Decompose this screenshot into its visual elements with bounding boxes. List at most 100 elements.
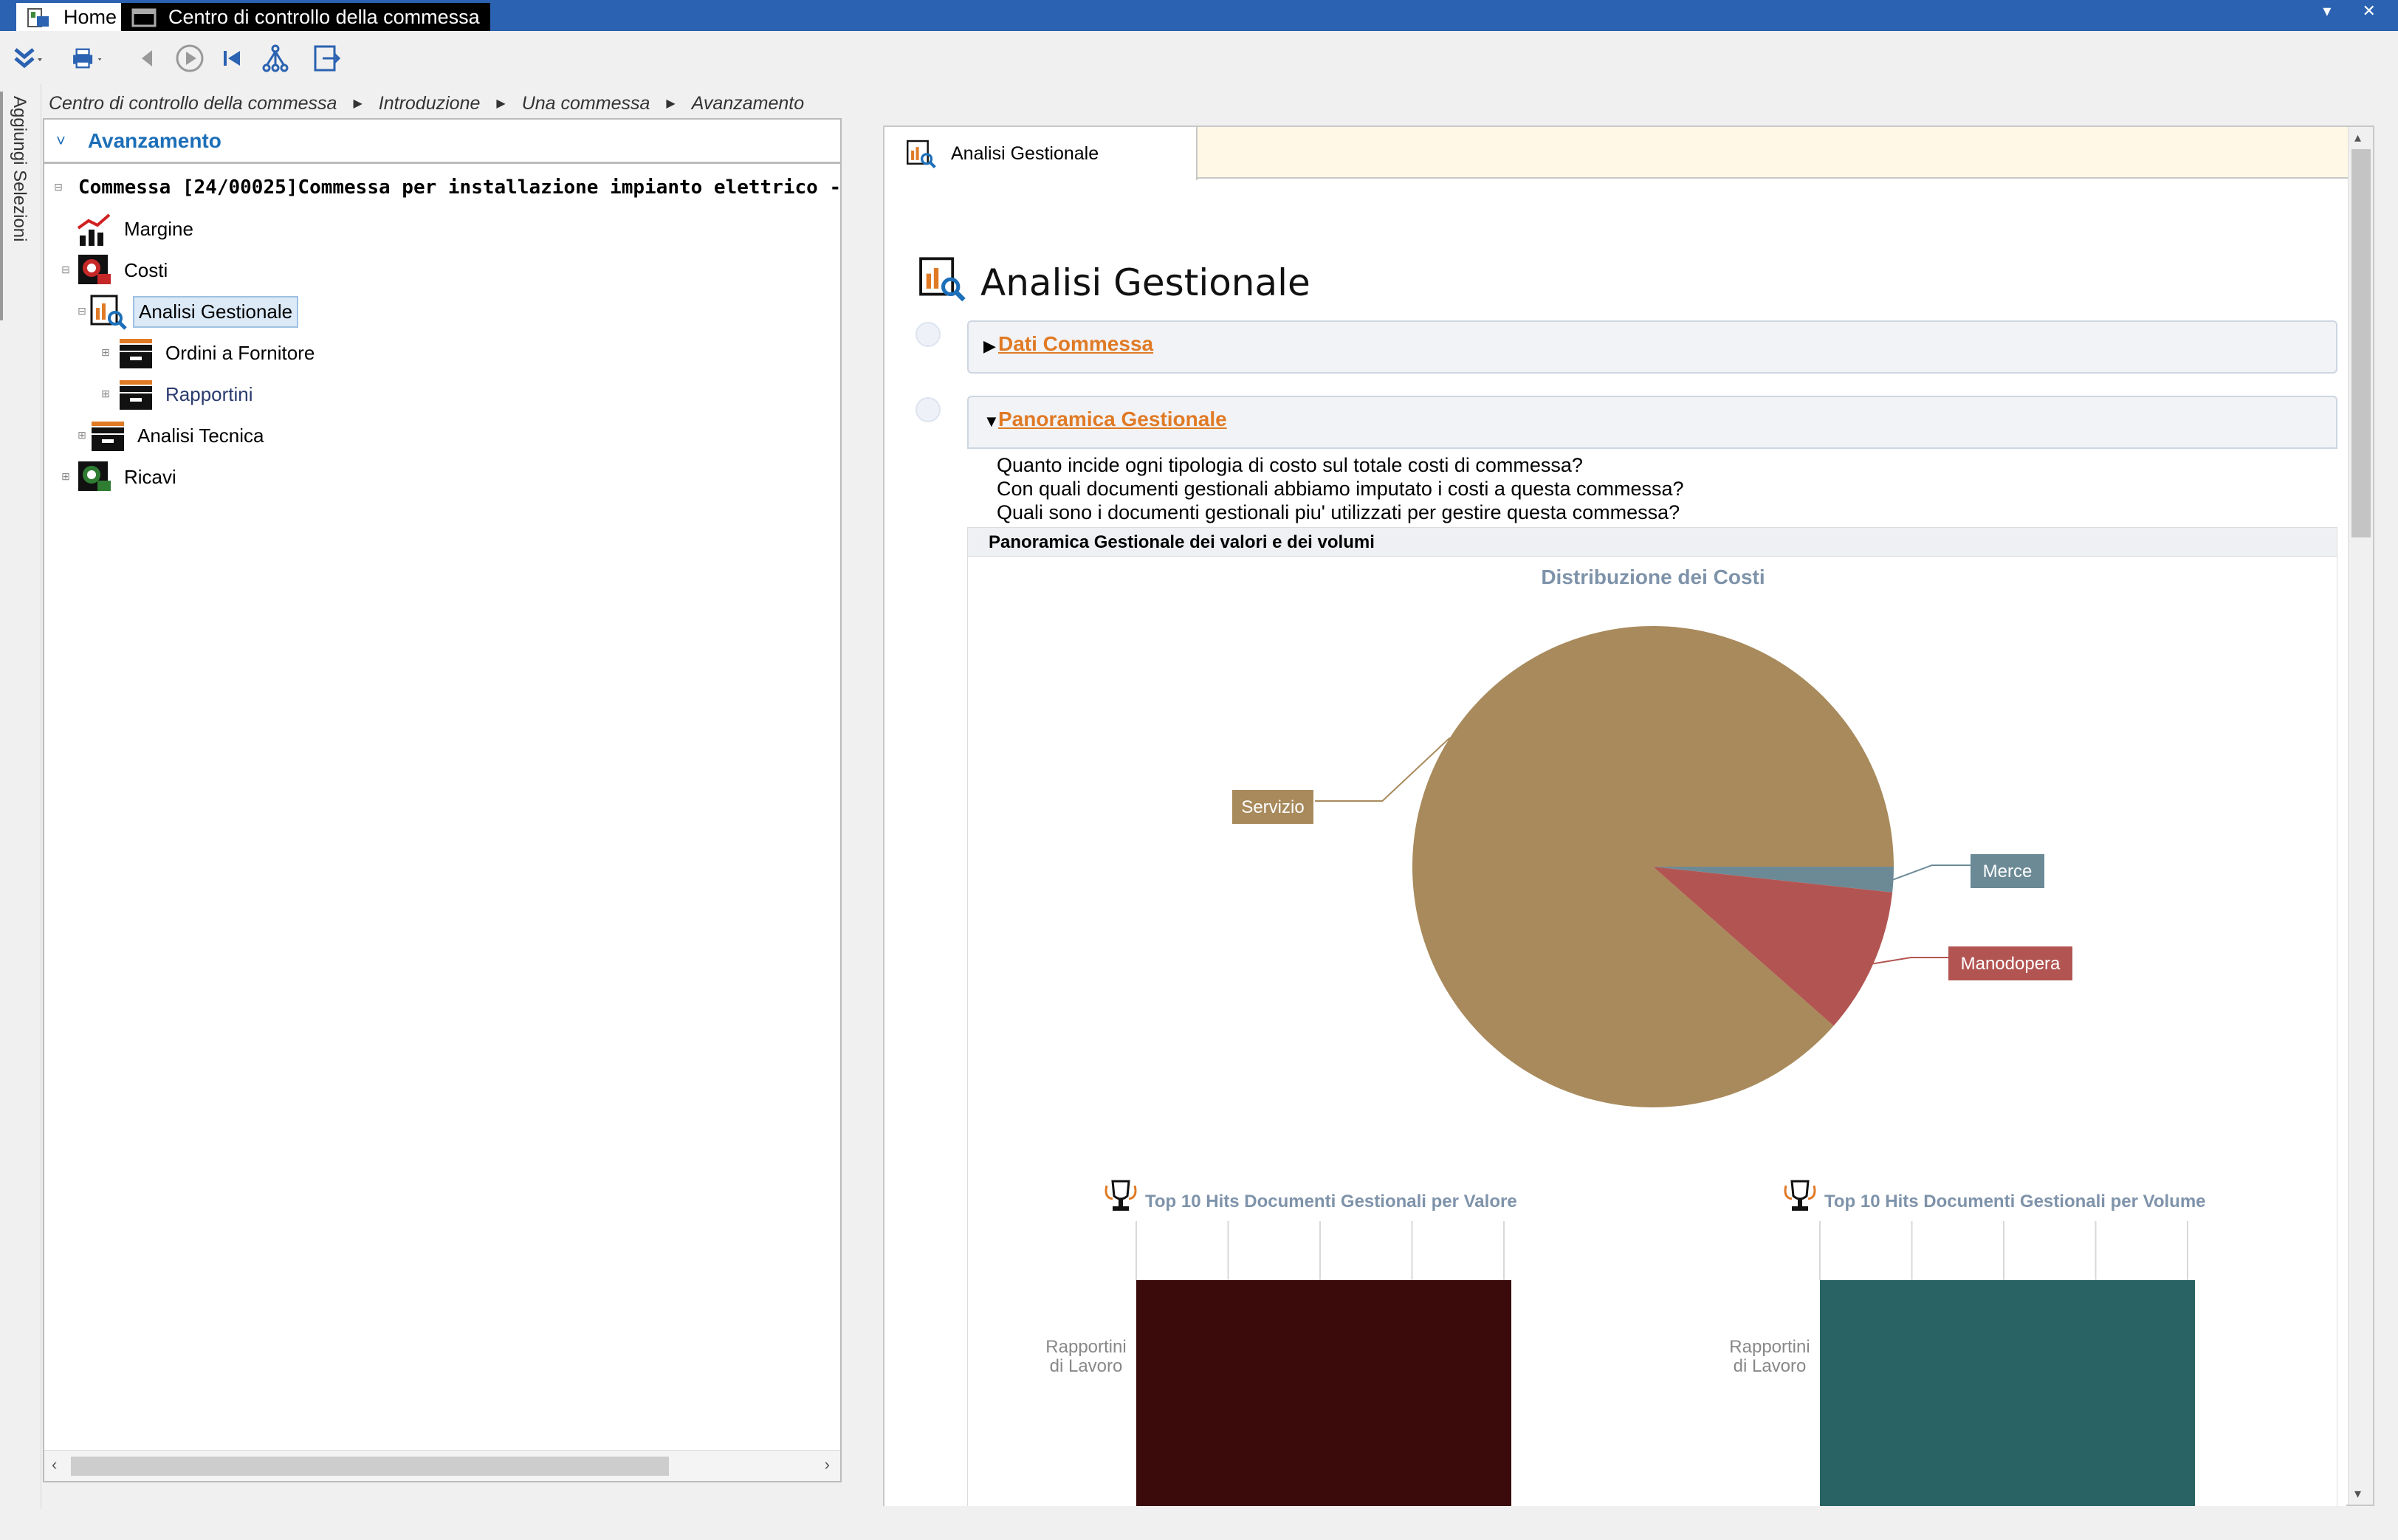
scroll-right-icon[interactable]: › — [825, 1455, 830, 1474]
subsection-header: Panoramica Gestionale dei valori e dei v… — [967, 527, 2337, 557]
tab-label: Analisi Gestionale — [951, 142, 1099, 164]
pie-leader-line — [1893, 864, 1971, 881]
breadcrumb-item[interactable]: Centro di controllo della commessa — [49, 93, 337, 114]
add-selections-tab[interactable]: Aggiungi Selezioni — [9, 96, 30, 241]
analysis-panel: Analisi Gestionale Analisi Gestionale ▶ … — [883, 126, 2374, 1506]
panel-splitter[interactable] — [849, 118, 871, 1506]
breadcrumb-item[interactable]: Una commessa — [522, 93, 650, 114]
collapse-icon[interactable]: ⊟ — [61, 264, 71, 275]
expand-icon[interactable]: ⊞ — [61, 471, 71, 481]
expand-icon[interactable]: ⊞ — [77, 430, 87, 440]
tree-item-label: Analisi Gestionale — [133, 295, 299, 328]
scrollbar-thumb[interactable] — [71, 1457, 669, 1476]
toolbar — [0, 31, 2398, 84]
tree-item-commessa[interactable]: ⊟ Commessa [24/00025]Commessa per instal… — [50, 168, 840, 207]
analysis-icon — [90, 295, 127, 330]
bar-category-label: Rapportini — [1729, 1337, 1810, 1357]
tree-panel: ˅ Avanzamento ⊟ Commessa [24/00025]Comme… — [43, 118, 842, 1482]
tab-centro-controllo[interactable]: Centro di controllo della commessa — [121, 3, 490, 31]
pie-leader-line — [1873, 957, 1948, 965]
tab-analisi-gestionale[interactable]: Analisi Gestionale — [884, 127, 1198, 180]
collapse-icon[interactable]: ⊟ — [53, 182, 63, 192]
export-button[interactable] — [310, 41, 344, 75]
chevron-right-icon: ▶ — [496, 97, 506, 110]
play-button[interactable] — [173, 41, 207, 75]
hierarchy-icon — [262, 44, 289, 72]
chevron-right-icon: ▶ — [353, 97, 363, 110]
tab-home-label: Home — [63, 6, 117, 28]
pie-slice-servizio[interactable] — [1412, 626, 1894, 1107]
chevron-right-icon: ▶ — [666, 97, 676, 110]
tree-item-label: Margine — [124, 217, 193, 240]
tree-item-analisi-gestionale[interactable]: ⊟ Analisi Gestionale — [77, 292, 299, 331]
collapse-icon[interactable]: ⊟ — [77, 306, 87, 316]
tree-item-label: Commessa [24/00025]Commessa per installa… — [78, 176, 840, 199]
expand-icon[interactable]: ⊞ — [100, 347, 111, 357]
tree-item-ordini-fornitore[interactable]: ⊞ Ordini a Fornitore — [100, 334, 319, 372]
tab-centro-controllo-label: Centro di controllo della commessa — [168, 6, 480, 28]
drawer-icon — [92, 422, 124, 451]
breadcrumb: Centro di controllo della commessa ▶ Int… — [49, 89, 804, 118]
expanded-triangle-icon: ▼ — [983, 412, 1000, 430]
question-text: Quali sono i documenti gestionali piu' u… — [997, 501, 1680, 523]
expand-all-icon — [14, 48, 42, 69]
first-button[interactable] — [216, 41, 250, 75]
pie-chart: Servizio Merce Manodopera — [1232, 626, 2072, 1107]
chevron-down-icon: ˅ — [56, 131, 66, 150]
section-bullet-icon — [915, 397, 941, 422]
section-title[interactable]: Dati Commessa — [998, 332, 1153, 356]
tab-home[interactable]: Home — [16, 3, 128, 31]
questions: Quanto incide ogni tipologia di costo su… — [967, 449, 2337, 527]
selections-rail: Aggiungi Selezioni — [0, 84, 41, 1509]
analysis-icon — [907, 140, 936, 169]
tree-item-label: Costi — [124, 258, 168, 281]
analysis-icon — [919, 257, 966, 302]
scrollbar-thumb[interactable] — [2351, 149, 2371, 537]
tree-item-label: Ordini a Fornitore — [165, 341, 315, 364]
print-button[interactable] — [71, 41, 105, 75]
page-title: Analisi Gestionale — [980, 261, 1310, 304]
print-icon — [73, 48, 102, 69]
bar-volume[interactable] — [1820, 1280, 2195, 1506]
home-app-icon — [27, 8, 49, 27]
back-button[interactable] — [130, 41, 164, 75]
bar-category-label: di Lavoro — [1734, 1356, 1807, 1376]
breadcrumb-item[interactable]: Avanzamento — [692, 93, 804, 114]
collapsed-triangle-icon: ▶ — [983, 337, 996, 355]
pie-label-manodopera: Manodopera — [1961, 954, 2061, 974]
question-text: Con quali documenti gestionali abbiamo i… — [997, 478, 1684, 500]
bar-valore[interactable] — [1136, 1280, 1511, 1506]
section-title[interactable]: Panoramica Gestionale — [998, 408, 1227, 431]
window-controls[interactable]: ▾ ✕ — [2323, 1, 2389, 21]
scroll-down-icon[interactable]: ▾ — [2354, 1486, 2361, 1502]
tree-item-label: Analisi Tecnica — [137, 424, 264, 447]
scroll-left-icon[interactable]: ‹ — [52, 1455, 57, 1474]
hierarchy-button[interactable] — [258, 41, 292, 75]
tree-item-costi[interactable]: ⊟ Costi — [61, 251, 172, 289]
pie-label-merce: Merce — [1983, 862, 2033, 881]
revenue-icon — [78, 461, 111, 491]
tree-panel-title: Avanzamento — [87, 128, 221, 152]
bar-charts: Rapportinidi LavoroRapportinidi Lavoro — [1045, 1221, 2195, 1506]
drawer-icon — [120, 339, 152, 368]
bar-category-label: Rapportini — [1045, 1337, 1126, 1357]
pie-label-servizio: Servizio — [1241, 797, 1304, 817]
vertical-scrollbar[interactable]: ▴ ▾ — [2348, 127, 2373, 1505]
drawer-icon — [120, 380, 152, 410]
scroll-up-icon[interactable]: ▴ — [2354, 130, 2361, 145]
tree-item-analisi-tecnica[interactable]: ⊞ Analisi Tecnica — [77, 416, 269, 455]
section-panoramica-gestionale[interactable]: ▼ Panoramica Gestionale — [967, 396, 2337, 449]
section-dati-commessa[interactable]: ▶ Dati Commessa — [967, 320, 2337, 374]
expand-all-button[interactable] — [10, 41, 44, 75]
tree-panel-header[interactable]: ˅ Avanzamento — [44, 120, 840, 164]
horizontal-scrollbar[interactable]: ‹ › — [44, 1450, 840, 1481]
tree-item-margine[interactable]: Margine — [65, 210, 198, 248]
tree-item-ricavi[interactable]: ⊞ Ricavi — [61, 458, 181, 496]
charts-area: Distribuzione dei Costi Servizio Merce Man… — [967, 557, 2337, 1506]
tree-item-label: Ricavi — [124, 465, 176, 488]
tree-item-label: Rapportini — [165, 382, 253, 405]
tree-item-rapportini[interactable]: ⊞ Rapportini — [100, 375, 258, 413]
costs-icon — [78, 255, 111, 284]
breadcrumb-item[interactable]: Introduzione — [379, 93, 481, 114]
expand-icon[interactable]: ⊞ — [100, 388, 111, 399]
